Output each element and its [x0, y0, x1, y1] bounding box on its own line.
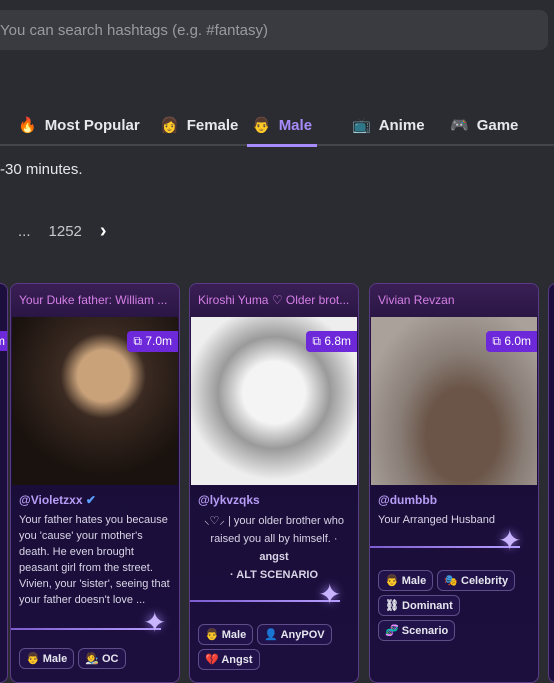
- info-text: -30 minutes.: [0, 161, 83, 178]
- tab-most-popular[interactable]: 🔥 Most Popular: [18, 116, 140, 135]
- fire-icon: 🔥: [18, 117, 37, 134]
- character-image: ⧉ 6.8m: [191, 317, 357, 485]
- tab-female[interactable]: 👩 Female: [160, 116, 239, 135]
- tag-male[interactable]: 👨 Male: [378, 570, 434, 591]
- page-last[interactable]: 1252: [49, 223, 82, 240]
- chat-count-badge: ⧉ 6.8m: [306, 331, 357, 352]
- character-image: ⧉ 6.0m: [371, 317, 537, 485]
- search-input[interactable]: [0, 21, 548, 39]
- tag-dominant[interactable]: ⛓ Dominant: [378, 595, 460, 616]
- tab-male[interactable]: 👨 Male: [252, 116, 313, 135]
- sparkle-icon: ✦: [498, 525, 522, 556]
- search-bar[interactable]: [0, 10, 548, 50]
- tab-label: Game: [476, 116, 519, 134]
- character-card[interactable]: Vivian Revzan ⧉ 6.0m @dumbbb Your Arrang…: [369, 283, 539, 683]
- character-image: ⧉ 7.0m: [12, 317, 178, 485]
- tag-scenario[interactable]: 🧬 Scenario: [378, 620, 456, 641]
- author-link[interactable]: @lykvzqks: [198, 493, 350, 507]
- page-ellipsis: ...: [18, 223, 31, 240]
- tv-icon: 📺: [352, 117, 371, 134]
- sparkle-icon: ✦: [318, 579, 342, 610]
- next-page-chevron-icon[interactable]: ›: [100, 220, 107, 243]
- tag-male[interactable]: 👨 Male: [198, 624, 254, 645]
- woman-icon: 👩: [160, 117, 179, 134]
- tab-label: Most Popular: [44, 116, 140, 134]
- category-tabs: 🔥 Most Popular 👩 Female 👨 Male 📺 Anime 🎮 Game: [0, 110, 554, 146]
- chat-count-badge: ⧉ 6.0m: [486, 331, 537, 352]
- character-card[interactable]: Your Duke father: William ... ⧉ 7.0m @Vi…: [10, 283, 180, 683]
- tag-male[interactable]: 👨 Male: [19, 648, 75, 669]
- divider: [11, 628, 161, 630]
- verified-icon: ✔: [85, 493, 96, 507]
- tag-anypov[interactable]: 👤 AnyPOV: [257, 624, 332, 645]
- sparkle-icon: ✦: [143, 607, 167, 638]
- card-title: Your Duke father: William ...: [11, 284, 179, 317]
- character-card-partial[interactable]: m: [0, 283, 8, 683]
- card-description: Your father hates you because you 'cause…: [19, 514, 170, 606]
- tag-angst[interactable]: 💔 Angst: [198, 649, 260, 670]
- tab-game[interactable]: 🎮 Game: [450, 116, 519, 135]
- man-icon: 👨: [252, 117, 271, 134]
- card-description: ⸜♡⸝ | your older brother who raised you …: [204, 515, 344, 581]
- card-title: Kiroshi Yuma ♡ Older brot...: [190, 284, 358, 317]
- character-card-partial[interactable]: [548, 283, 554, 683]
- tab-label: Female: [186, 116, 239, 134]
- gamepad-icon: 🎮: [450, 117, 469, 134]
- card-title: Vivian Revzan: [370, 284, 538, 317]
- active-tab-indicator: [247, 144, 317, 147]
- character-card[interactable]: Kiroshi Yuma ♡ Older brot... ⧉ 6.8m @lyk…: [189, 283, 359, 683]
- tab-anime[interactable]: 📺 Anime: [352, 116, 425, 135]
- chat-count-badge: m: [0, 331, 7, 351]
- author-link[interactable]: @dumbbb: [378, 493, 530, 507]
- pagination: ... 1252 ›: [18, 220, 107, 243]
- tag-celebrity[interactable]: 🎭 Celebrity: [437, 570, 516, 591]
- author-link[interactable]: @Violetzxx ✔: [19, 493, 171, 507]
- chat-count-badge: ⧉ 7.0m: [127, 331, 178, 352]
- tag-oc[interactable]: 🧑‍🎨 OC: [78, 648, 126, 669]
- tab-label: Male: [278, 116, 313, 134]
- tab-label: Anime: [378, 116, 425, 134]
